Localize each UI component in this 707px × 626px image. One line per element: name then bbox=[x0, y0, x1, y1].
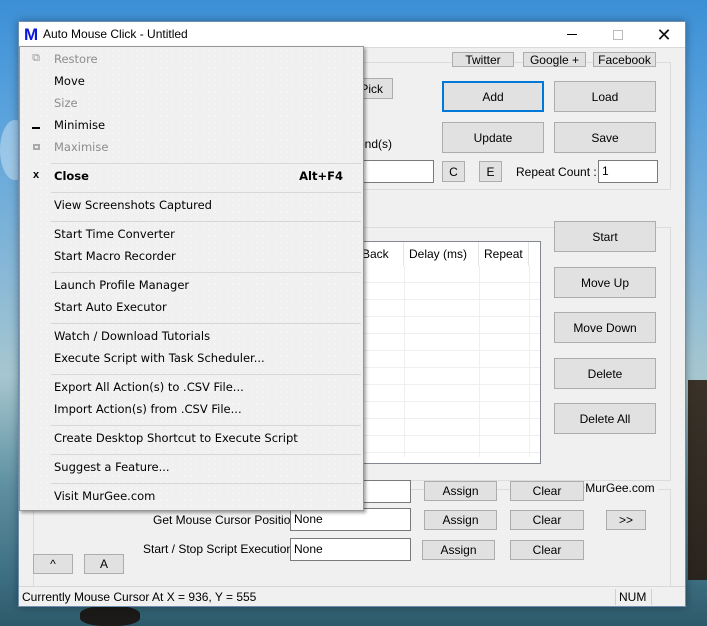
add-button[interactable]: Add bbox=[442, 81, 544, 112]
menu-item-size[interactable]: Size bbox=[20, 93, 363, 115]
collapse-up-button[interactable]: ^ bbox=[33, 554, 73, 574]
delete-button[interactable]: Delete bbox=[554, 358, 656, 389]
table-header: Back Delay (ms) Repeat bbox=[360, 242, 540, 266]
move-up-button[interactable]: Move Up bbox=[554, 267, 656, 298]
assign-button-3[interactable]: Assign bbox=[422, 540, 495, 560]
menu-separator bbox=[51, 425, 361, 426]
menu-item-desktop-shortcut[interactable]: Create Desktop Shortcut to Execute Scrip… bbox=[20, 428, 363, 450]
minimize-button[interactable] bbox=[549, 22, 595, 47]
window-title: Auto Mouse Click - Untitled bbox=[43, 27, 188, 41]
title-bar[interactable]: M Auto Mouse Click - Untitled ✕ bbox=[19, 22, 685, 47]
actions-table[interactable]: Back Delay (ms) Repeat bbox=[359, 241, 541, 464]
column-header-repeat[interactable]: Repeat bbox=[479, 242, 529, 266]
menu-separator bbox=[51, 272, 361, 273]
num-lock-indicator: NUM bbox=[619, 590, 647, 604]
menu-separator bbox=[51, 221, 361, 222]
app-logo-icon[interactable]: M bbox=[24, 25, 38, 45]
twitter-button[interactable]: Twitter bbox=[452, 52, 514, 67]
minimize-icon bbox=[567, 34, 577, 35]
menu-item-restore[interactable]: ⧉ Restore bbox=[20, 49, 363, 71]
maximize-icon bbox=[30, 140, 42, 153]
system-menu: ⧉ Restore Move Size Minimise Maximise x … bbox=[19, 46, 364, 511]
desktop-background-shadow bbox=[80, 606, 140, 626]
cursor-position-status: Currently Mouse Cursor At X = 936, Y = 5… bbox=[22, 590, 257, 604]
menu-item-minimise[interactable]: Minimise bbox=[20, 115, 363, 137]
menu-separator bbox=[51, 323, 361, 324]
get-mouse-position-input[interactable]: None bbox=[290, 508, 411, 531]
delete-all-button[interactable]: Delete All bbox=[554, 403, 656, 434]
close-shortcut: Alt+F4 bbox=[299, 169, 343, 183]
table-row[interactable] bbox=[360, 436, 540, 453]
close-button[interactable]: ✕ bbox=[641, 22, 687, 47]
menu-item-move[interactable]: Move bbox=[20, 71, 363, 93]
table-row[interactable] bbox=[360, 283, 540, 300]
more-button[interactable]: >> bbox=[606, 510, 646, 530]
table-row[interactable] bbox=[360, 351, 540, 368]
menu-item-macro-recorder[interactable]: Start Macro Recorder bbox=[20, 246, 363, 268]
google-plus-button[interactable]: Google + bbox=[523, 52, 586, 67]
close-icon: x bbox=[32, 169, 40, 181]
start-button[interactable]: Start bbox=[554, 221, 656, 252]
close-icon: ✕ bbox=[656, 24, 672, 45]
table-row[interactable] bbox=[360, 334, 540, 351]
load-button[interactable]: Load bbox=[554, 81, 656, 112]
desktop-background-rock bbox=[688, 380, 707, 580]
get-mouse-position-label: Get Mouse Cursor Position : bbox=[153, 513, 304, 527]
menu-item-suggest-feature[interactable]: Suggest a Feature... bbox=[20, 457, 363, 479]
table-row[interactable] bbox=[360, 419, 540, 436]
maximize-button[interactable] bbox=[595, 22, 641, 47]
menu-item-export-csv[interactable]: Export All Action(s) to .CSV File... bbox=[20, 377, 363, 399]
menu-item-task-scheduler[interactable]: Execute Script with Task Scheduler... bbox=[20, 348, 363, 370]
menu-separator bbox=[51, 483, 361, 484]
clear-button-2[interactable]: Clear bbox=[510, 510, 584, 530]
move-down-button[interactable]: Move Down bbox=[554, 312, 656, 343]
menu-item-tutorials[interactable]: Watch / Download Tutorials bbox=[20, 326, 363, 348]
status-bar: Currently Mouse Cursor At X = 936, Y = 5… bbox=[19, 586, 685, 606]
menu-item-auto-executor[interactable]: Start Auto Executor bbox=[20, 297, 363, 319]
assign-button-1[interactable]: Assign bbox=[424, 481, 497, 501]
menu-separator bbox=[51, 163, 361, 164]
menu-separator bbox=[51, 454, 361, 455]
assign-button-2[interactable]: Assign bbox=[424, 510, 497, 530]
clear-button-1[interactable]: Clear bbox=[510, 481, 584, 501]
start-stop-input[interactable]: None bbox=[290, 538, 411, 561]
status-divider bbox=[615, 589, 616, 605]
column-header-back[interactable]: Back bbox=[360, 242, 404, 266]
table-row[interactable] bbox=[360, 402, 540, 419]
menu-item-profile-manager[interactable]: Launch Profile Manager bbox=[20, 275, 363, 297]
a-button[interactable]: A bbox=[84, 554, 124, 574]
menu-item-view-screenshots[interactable]: View Screenshots Captured bbox=[20, 195, 363, 217]
menu-item-import-csv[interactable]: Import Action(s) from .CSV File... bbox=[20, 399, 363, 421]
repeat-count-input[interactable]: 1 bbox=[598, 160, 658, 183]
c-button[interactable]: C bbox=[442, 161, 465, 182]
menu-item-close[interactable]: x Close Alt+F4 bbox=[20, 166, 363, 188]
repeat-count-label: Repeat Count : bbox=[516, 165, 597, 179]
table-row[interactable] bbox=[360, 300, 540, 317]
start-stop-label: Start / Stop Script Execution : bbox=[143, 542, 300, 556]
restore-icon: ⧉ bbox=[32, 52, 40, 64]
column-header-delay[interactable]: Delay (ms) bbox=[404, 242, 479, 266]
menu-item-visit-murgee[interactable]: Visit MurGee.com bbox=[20, 486, 363, 508]
table-row[interactable] bbox=[360, 317, 540, 334]
save-button[interactable]: Save bbox=[554, 122, 656, 153]
menu-item-time-converter[interactable]: Start Time Converter bbox=[20, 224, 363, 246]
minimize-icon bbox=[30, 118, 42, 132]
table-row[interactable] bbox=[360, 385, 540, 402]
table-row[interactable] bbox=[360, 368, 540, 385]
clear-button-3[interactable]: Clear bbox=[510, 540, 584, 560]
menu-separator bbox=[51, 192, 361, 193]
table-row[interactable] bbox=[360, 266, 540, 283]
menu-separator bbox=[51, 374, 361, 375]
status-divider bbox=[651, 589, 652, 605]
menu-item-maximise[interactable]: Maximise bbox=[20, 137, 363, 159]
update-button[interactable]: Update bbox=[442, 122, 544, 153]
e-button[interactable]: E bbox=[479, 161, 502, 182]
facebook-button[interactable]: Facebook bbox=[593, 52, 656, 67]
maximize-icon bbox=[613, 29, 623, 40]
